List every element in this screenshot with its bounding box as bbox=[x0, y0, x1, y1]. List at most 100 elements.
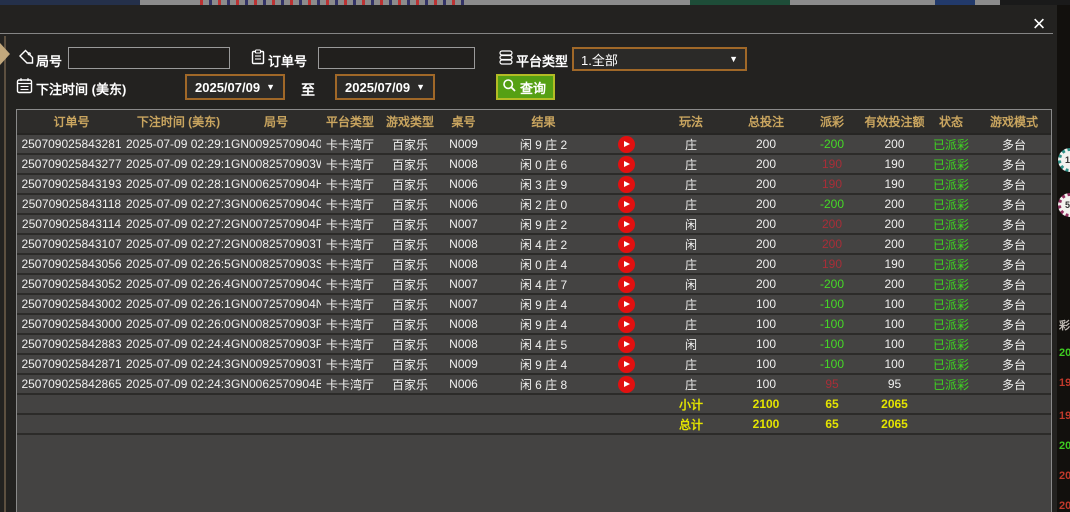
query-button[interactable]: 查询 bbox=[496, 74, 556, 100]
cell-total-bet: 200 bbox=[731, 194, 801, 215]
panel-collapse-arrow-icon[interactable] bbox=[0, 43, 10, 65]
table-row[interactable]: 250709025842883 2025-07-09 02:24:42 GN00… bbox=[17, 334, 1051, 355]
cell-replay bbox=[601, 194, 651, 215]
play-icon[interactable] bbox=[617, 255, 635, 272]
cell-game-type: 百家乐 bbox=[379, 374, 441, 395]
play-icon[interactable] bbox=[617, 375, 635, 392]
cell-total-bet: 100 bbox=[731, 314, 801, 335]
table-row[interactable]: 250709025843000 2025-07-09 02:26:05 GN00… bbox=[17, 314, 1051, 335]
date-to-picker[interactable]: 2025/07/09 ▼ bbox=[335, 74, 435, 100]
play-icon[interactable] bbox=[617, 355, 635, 372]
order-number-input[interactable] bbox=[318, 47, 475, 69]
round-number-input[interactable] bbox=[68, 47, 230, 69]
cell-bet-time: 2025-07-09 02:26:52 bbox=[126, 254, 231, 275]
cell-bet-time: 2025-07-09 02:26:49 bbox=[126, 274, 231, 295]
date-from-picker[interactable]: 2025/07/09 ▼ bbox=[185, 74, 285, 100]
cell-game-mode: 多台 bbox=[976, 154, 1051, 175]
play-icon[interactable] bbox=[617, 335, 635, 352]
bet-history-modal: × 局号 订单号 平台类型 1.全部 ▼ 下注时间 (美东) 2025/07/0… bbox=[0, 5, 1057, 512]
play-icon[interactable] bbox=[617, 195, 635, 212]
chevron-down-icon: ▼ bbox=[416, 82, 425, 92]
bet-time-label: 下注时间 (美东) bbox=[36, 82, 127, 97]
cell-valid-bet: 190 bbox=[863, 154, 926, 175]
play-icon[interactable] bbox=[617, 235, 635, 252]
cell-round-no: GN0082570903W bbox=[231, 154, 321, 175]
chevron-down-icon: ▼ bbox=[266, 82, 275, 92]
cell-play-type: 闲 bbox=[651, 214, 731, 235]
cell-valid-bet: 200 bbox=[863, 194, 926, 215]
column-header: 结果 bbox=[486, 110, 601, 135]
cell-total-bet: 100 bbox=[731, 374, 801, 395]
subtotal-total-bet: 2100 bbox=[731, 394, 801, 415]
cell-platform: 卡卡湾厅 bbox=[321, 194, 379, 215]
cell-status: 已派彩 bbox=[926, 174, 976, 195]
cell-play-type: 庄 bbox=[651, 254, 731, 275]
cell-result: 闲 4 庄 2 bbox=[486, 234, 601, 255]
cell-play-type: 庄 bbox=[651, 294, 731, 315]
table-row[interactable]: 250709025843056 2025-07-09 02:26:52 GN00… bbox=[17, 254, 1051, 275]
cell-platform: 卡卡湾厅 bbox=[321, 254, 379, 275]
cell-play-type: 闲 bbox=[651, 274, 731, 295]
table-row[interactable]: 250709025843052 2025-07-09 02:26:49 GN00… bbox=[17, 274, 1051, 295]
cell-result: 闲 4 庄 7 bbox=[486, 274, 601, 295]
cell-total-bet: 100 bbox=[731, 354, 801, 375]
bet-history-table: 订单号 下注时间 (美东) 局号 平台类型 游戏类型 桌号 结果 玩法 总投注 派彩 有效投注额 状态… bbox=[17, 110, 1051, 435]
table-row[interactable]: 250709025843281 2025-07-09 02:29:17 GN00… bbox=[17, 134, 1051, 155]
cell-platform: 卡卡湾厅 bbox=[321, 214, 379, 235]
total-payout: 65 bbox=[801, 414, 863, 435]
platform-type-select[interactable]: 1.全部 ▼ bbox=[572, 47, 747, 71]
cell-game-type: 百家乐 bbox=[379, 334, 441, 355]
cell-table-no: N006 bbox=[441, 174, 486, 195]
play-icon[interactable] bbox=[617, 295, 635, 312]
cell-payout: 190 bbox=[801, 154, 863, 175]
cell-valid-bet: 190 bbox=[863, 254, 926, 275]
table-row[interactable]: 250709025843118 2025-07-09 02:27:30 GN00… bbox=[17, 194, 1051, 215]
cell-status: 已派彩 bbox=[926, 254, 976, 275]
play-icon[interactable] bbox=[617, 275, 635, 292]
cell-game-mode: 多台 bbox=[976, 194, 1051, 215]
cell-round-no: GN0082570903R bbox=[231, 314, 321, 335]
cell-status: 已派彩 bbox=[926, 274, 976, 295]
table-row[interactable]: 250709025843114 2025-07-09 02:27:27 GN00… bbox=[17, 214, 1051, 235]
cell-round-no: GN0062570904G bbox=[231, 194, 321, 215]
cell-round-no: GN00925709040 bbox=[231, 134, 321, 155]
order-number-label: 订单号 bbox=[268, 54, 308, 69]
subtotal-row: 小计 2100 65 2065 bbox=[17, 394, 1051, 415]
cell-total-bet: 200 bbox=[731, 274, 801, 295]
table-row[interactable]: 250709025842865 2025-07-09 02:24:31 GN00… bbox=[17, 374, 1051, 395]
table-row[interactable]: 250709025843107 2025-07-09 02:27:25 GN00… bbox=[17, 234, 1051, 255]
cell-payout: 95 bbox=[801, 374, 863, 395]
play-icon[interactable] bbox=[617, 315, 635, 332]
cell-bet-time: 2025-07-09 02:28:19 bbox=[126, 174, 231, 195]
cell-order-no: 250709025843107 bbox=[17, 234, 126, 255]
cell-game-type: 百家乐 bbox=[379, 194, 441, 215]
cell-order-no: 250709025842865 bbox=[17, 374, 126, 395]
cell-payout: 190 bbox=[801, 174, 863, 195]
table-row[interactable]: 250709025843002 2025-07-09 02:26:10 GN00… bbox=[17, 294, 1051, 315]
column-header: 游戏模式 bbox=[976, 110, 1051, 135]
table-body: 250709025843281 2025-07-09 02:29:17 GN00… bbox=[17, 134, 1051, 395]
cell-replay bbox=[601, 334, 651, 355]
cell-total-bet: 200 bbox=[731, 234, 801, 255]
cell-order-no: 250709025843056 bbox=[17, 254, 126, 275]
play-icon[interactable] bbox=[617, 155, 635, 172]
column-header: 状态 bbox=[926, 110, 976, 135]
play-icon[interactable] bbox=[617, 215, 635, 232]
cell-bet-time: 2025-07-09 02:24:38 bbox=[126, 354, 231, 375]
table-row[interactable]: 250709025843193 2025-07-09 02:28:19 GN00… bbox=[17, 174, 1051, 195]
cell-status: 已派彩 bbox=[926, 334, 976, 355]
cell-total-bet: 100 bbox=[731, 334, 801, 355]
cell-order-no: 250709025843281 bbox=[17, 134, 126, 155]
edge-number: 19 bbox=[1059, 377, 1070, 389]
cell-result: 闲 9 庄 4 bbox=[486, 354, 601, 375]
cell-result: 闲 9 庄 2 bbox=[486, 214, 601, 235]
date-range-to-label: 至 bbox=[301, 82, 315, 98]
cell-order-no: 250709025842883 bbox=[17, 334, 126, 355]
table-row[interactable]: 250709025843277 2025-07-09 02:29:15 GN00… bbox=[17, 154, 1051, 175]
play-icon[interactable] bbox=[617, 175, 635, 192]
cell-table-no: N008 bbox=[441, 154, 486, 175]
table-row[interactable]: 250709025842871 2025-07-09 02:24:38 GN00… bbox=[17, 354, 1051, 375]
column-header: 有效投注额 bbox=[863, 110, 926, 135]
date-to-value: 2025/07/09 bbox=[345, 79, 411, 95]
play-icon[interactable] bbox=[617, 135, 635, 152]
